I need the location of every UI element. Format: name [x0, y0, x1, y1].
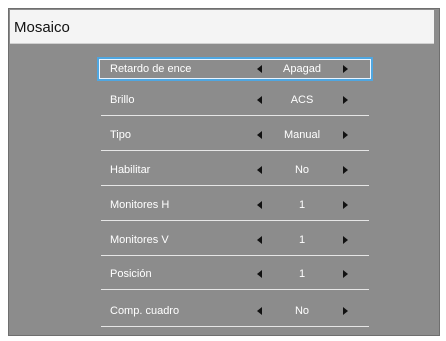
menu-item-label: Posición	[110, 268, 152, 280]
triangle-left-icon[interactable]	[257, 270, 262, 278]
menu-item-label: Monitores V	[110, 234, 169, 246]
menu-item-value: No	[294, 164, 310, 176]
menu-item-value: Manual	[283, 129, 321, 141]
triangle-right-icon[interactable]	[343, 166, 348, 174]
row-divider	[101, 115, 369, 116]
row-divider	[101, 255, 369, 256]
menu-item-label: Monitores H	[110, 199, 170, 211]
menu-item-tipo[interactable]: Tipo Manual	[97, 123, 373, 151]
row-divider	[101, 289, 369, 290]
menu-item-value: 1	[298, 199, 306, 211]
menu-item-monitores-h[interactable]: Monitores H 1	[97, 193, 373, 221]
menu-item-label: Tipo	[110, 129, 131, 141]
triangle-left-icon[interactable]	[257, 236, 262, 244]
menu-item-monitores-v[interactable]: Monitores V 1	[97, 228, 373, 256]
menu-item-brillo[interactable]: Brillo ACS	[97, 88, 373, 116]
menu-item-comp-cuadro[interactable]: Comp. cuadro No	[97, 299, 373, 327]
triangle-right-icon[interactable]	[343, 201, 348, 209]
triangle-left-icon[interactable]	[257, 65, 262, 73]
menu-item-posicion[interactable]: Posición 1	[97, 262, 373, 290]
menu-item-habilitar[interactable]: Habilitar No	[97, 158, 373, 186]
menu-item-value: 1	[298, 234, 306, 246]
triangle-right-icon[interactable]	[343, 131, 348, 139]
triangle-right-icon[interactable]	[343, 96, 348, 104]
row-divider	[101, 326, 369, 327]
menu-item-label: Retardo de ence	[110, 63, 192, 75]
menu-item-value: ACS	[290, 94, 314, 106]
triangle-left-icon[interactable]	[257, 166, 262, 174]
menu-item-label: Comp. cuadro	[110, 305, 180, 317]
triangle-right-icon[interactable]	[343, 65, 348, 73]
menu-item-value: 1	[298, 268, 306, 280]
triangle-left-icon[interactable]	[257, 131, 262, 139]
triangle-right-icon[interactable]	[343, 307, 348, 315]
row-divider	[101, 220, 369, 221]
menu-item-label: Habilitar	[110, 164, 151, 176]
menu-item-label: Brillo	[110, 94, 135, 106]
menu-item-value: Apagad	[283, 63, 321, 75]
page-title: Mosaico	[14, 19, 70, 36]
triangle-right-icon[interactable]	[343, 270, 348, 278]
triangle-left-icon[interactable]	[257, 201, 262, 209]
row-divider	[101, 150, 369, 151]
menu-item-retardo-de-encendido[interactable]: Retardo de ence Apagad	[97, 57, 373, 85]
triangle-left-icon[interactable]	[257, 96, 262, 104]
menu-item-value: No	[294, 305, 310, 317]
triangle-left-icon[interactable]	[257, 307, 262, 315]
title-bar: Mosaico	[10, 10, 434, 44]
triangle-right-icon[interactable]	[343, 236, 348, 244]
row-divider	[101, 185, 369, 186]
